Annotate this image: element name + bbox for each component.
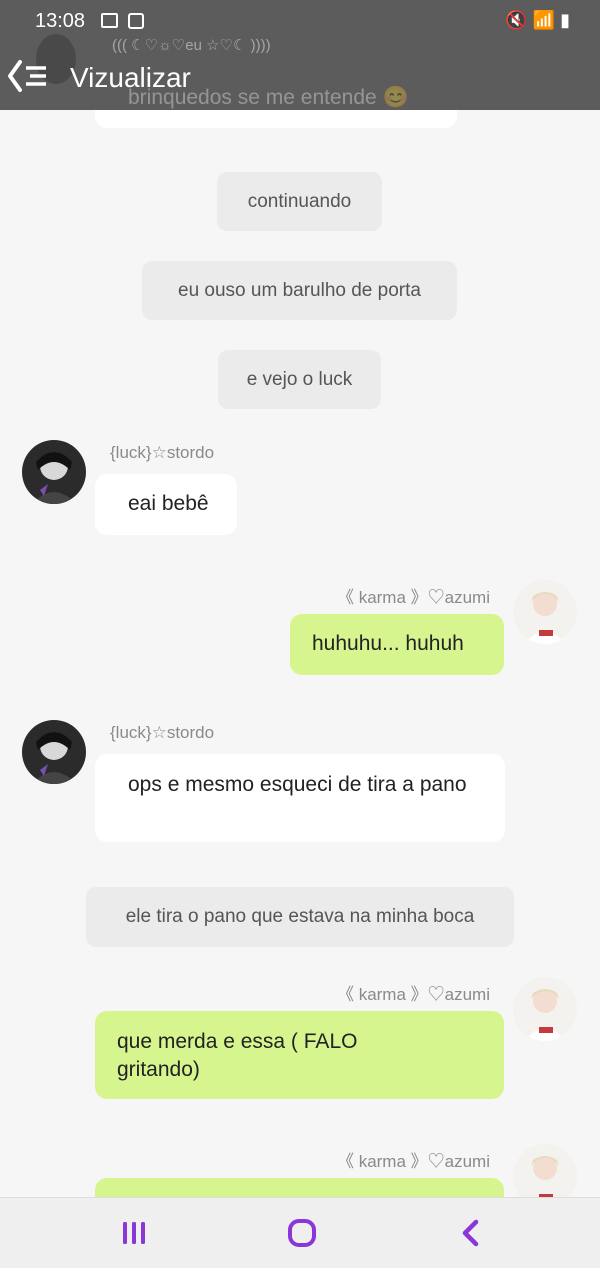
sender-name: 《 karma 》♡azumi	[336, 985, 490, 1004]
sender-name: {luck}☆stordo	[110, 443, 215, 462]
app-header: ((( ☾♡☼♡eu ☆♡☾ )))) brinquedos se me ent…	[0, 0, 600, 110]
avatar-karma[interactable]	[513, 580, 577, 644]
system-message-text: e vejo o luck	[246, 369, 353, 390]
recent-apps-icon[interactable]	[114, 1216, 154, 1252]
message-bubble[interactable]: que merda e essa ( FALO gritando)	[95, 1011, 504, 1099]
media-icon	[128, 13, 144, 29]
message-bubble[interactable]: huhuhu... huhuh	[290, 614, 504, 675]
avatar-karma[interactable]	[513, 977, 577, 1041]
system-message: eu ouso um barulho de porta	[142, 261, 457, 320]
gallery-icon	[101, 13, 118, 28]
sender-name: {luck}☆stordo	[110, 723, 215, 742]
message-text: ops e mesmo esqueci de tira a pano	[128, 773, 467, 796]
home-icon[interactable]	[282, 1216, 322, 1252]
avatar-luck[interactable]	[22, 720, 86, 784]
back-list-icon[interactable]	[6, 58, 52, 94]
chat-area[interactable]: continuando eu ouso um barulho de porta …	[0, 0, 600, 1197]
peek-sender-name: ((( ☾♡☼♡eu ☆♡☾ ))))	[112, 37, 271, 54]
sender-name: 《 karma 》♡azumi	[336, 588, 490, 607]
message-bubble[interactable]	[95, 1178, 504, 1197]
system-message-text: continuando	[247, 191, 352, 212]
system-message-text: ele tira o pano que estava na minha boca	[125, 906, 475, 927]
avatar-luck[interactable]	[22, 440, 86, 504]
back-icon[interactable]	[450, 1216, 490, 1252]
message-text: que merda e essa ( FALO gritando)	[117, 1030, 358, 1081]
page-title: Vizualizar	[70, 62, 191, 93]
status-time: 13:08	[35, 10, 86, 32]
sender-name: 《 karma 》♡azumi	[336, 1152, 490, 1171]
system-nav-bar	[0, 1197, 600, 1268]
message-text: eai bebê	[128, 492, 209, 515]
status-icons: 🔇 📶 ▮	[505, 10, 570, 30]
message-bubble[interactable]: ops e mesmo esqueci de tira a pano	[95, 754, 505, 842]
system-message: ele tira o pano que estava na minha boca	[86, 887, 514, 947]
message-bubble[interactable]: eai bebê	[95, 474, 237, 535]
system-message: continuando	[217, 172, 382, 231]
message-text: huhuhu... huhuh	[312, 632, 464, 655]
system-message: e vejo o luck	[218, 350, 381, 409]
avatar-karma[interactable]	[513, 1144, 577, 1197]
system-message-text: eu ouso um barulho de porta	[178, 280, 421, 301]
